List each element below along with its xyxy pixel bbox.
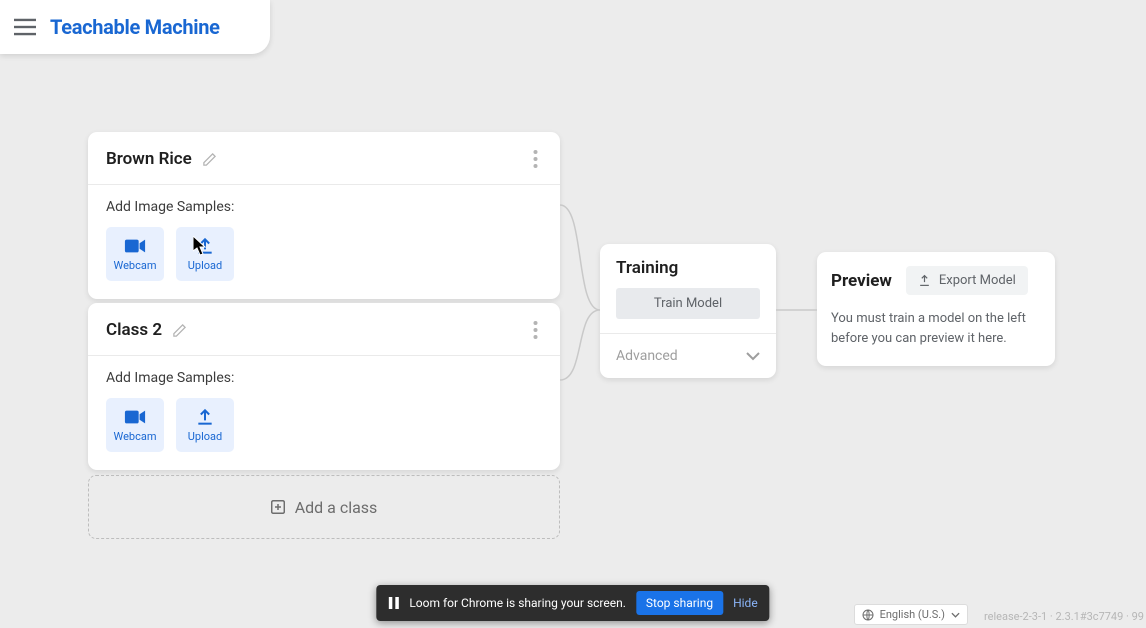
sample-buttons-row: Webcam Upload (106, 227, 542, 281)
class-title[interactable]: Class 2 (106, 320, 162, 340)
globe-icon (862, 609, 874, 621)
upload-button[interactable]: Upload (176, 398, 234, 452)
screen-share-bar: Loom for Chrome is sharing your screen. … (376, 585, 769, 621)
share-message: Loom for Chrome is sharing your screen. (409, 596, 626, 610)
preview-header: Preview Export Model (831, 266, 1041, 295)
more-menu-button[interactable] (529, 146, 542, 172)
pause-icon[interactable] (388, 597, 399, 609)
language-selector[interactable]: English (U.S.) (854, 604, 968, 625)
stop-sharing-button[interactable]: Stop sharing (636, 591, 723, 615)
train-model-button[interactable]: Train Model (616, 288, 760, 319)
add-samples-label: Add Image Samples: (106, 199, 542, 215)
more-menu-button[interactable] (529, 317, 542, 343)
language-label: English (U.S.) (880, 608, 945, 621)
add-class-button[interactable]: Add a class (88, 475, 560, 539)
upload-label: Upload (188, 430, 222, 443)
pencil-icon[interactable] (172, 323, 187, 338)
pencil-icon[interactable] (202, 152, 217, 167)
app-header-tab: Teachable Machine (0, 0, 270, 54)
class-header: Brown Rice (88, 132, 560, 185)
connector-classes-to-training (560, 195, 600, 395)
webcam-icon (124, 236, 146, 256)
preview-help-text: You must train a model on the left befor… (831, 309, 1041, 348)
chevron-down-icon (746, 352, 760, 361)
class-body: Add Image Samples: Webcam Upload (88, 356, 560, 470)
plus-box-icon (271, 500, 285, 514)
release-info: release-2-3-1 · 2.3.1#3c7749 · 99 (984, 610, 1144, 623)
add-samples-label: Add Image Samples: (106, 370, 542, 386)
webcam-icon (124, 407, 146, 427)
export-label: Export Model (939, 273, 1016, 288)
class-card: Brown Rice Add Image Samples: Webcam (88, 132, 560, 299)
advanced-toggle[interactable]: Advanced (600, 333, 776, 378)
class-card: Class 2 Add Image Samples: Webcam (88, 303, 560, 470)
upload-icon (194, 407, 216, 427)
add-class-label: Add a class (295, 498, 378, 517)
cursor-icon (193, 236, 208, 256)
webcam-button[interactable]: Webcam (106, 227, 164, 281)
webcam-label: Webcam (114, 259, 157, 272)
export-icon (918, 274, 931, 287)
menu-icon[interactable] (14, 18, 36, 36)
preview-card: Preview Export Model You must train a mo… (817, 252, 1055, 366)
class-body: Add Image Samples: Webcam Upload (88, 185, 560, 299)
export-model-button[interactable]: Export Model (906, 266, 1028, 295)
connector-training-to-preview (776, 305, 817, 315)
hide-share-bar-button[interactable]: Hide (733, 596, 758, 610)
chevron-down-icon (951, 612, 960, 618)
webcam-label: Webcam (114, 430, 157, 443)
brand-title: Teachable Machine (50, 15, 220, 39)
webcam-button[interactable]: Webcam (106, 398, 164, 452)
class-header: Class 2 (88, 303, 560, 356)
training-card: Training Train Model Advanced (600, 244, 776, 378)
sample-buttons-row: Webcam Upload (106, 398, 542, 452)
training-title: Training (600, 244, 776, 288)
preview-title: Preview (831, 271, 892, 291)
advanced-label: Advanced (616, 348, 678, 364)
class-title[interactable]: Brown Rice (106, 149, 192, 169)
upload-label: Upload (188, 259, 222, 272)
